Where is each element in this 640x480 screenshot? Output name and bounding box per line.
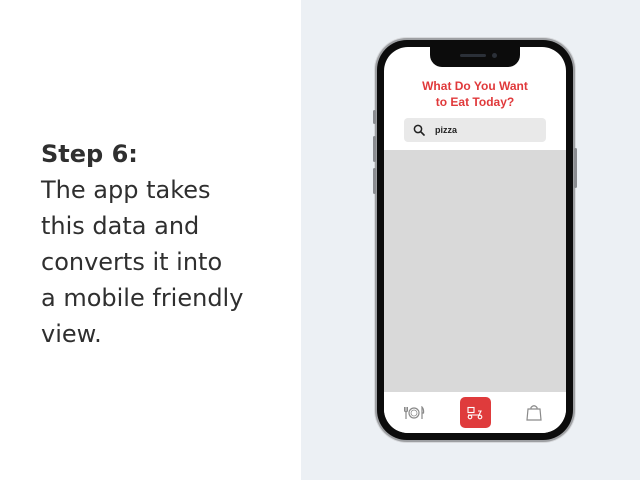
phone-silent-switch	[373, 110, 376, 124]
bottom-tab-bar	[384, 392, 566, 433]
restaurant-icon	[404, 405, 425, 419]
phone-volume-down-button	[373, 168, 376, 194]
speaker-grille	[460, 54, 486, 57]
phone-mockup: What Do You Want to Eat Today? pizza	[373, 40, 577, 440]
step-line: The app takes	[41, 176, 211, 204]
step-line: this data and	[41, 212, 200, 240]
tab-delivery[interactable]	[445, 392, 505, 433]
front-camera	[492, 53, 497, 58]
app-title: What Do You Want to Eat Today?	[384, 78, 566, 110]
phone-volume-up-button	[373, 136, 376, 162]
step-line: a mobile friendly	[41, 284, 244, 312]
app-title-line: What Do You Want	[422, 79, 528, 93]
delivery-scooter-icon	[467, 406, 483, 419]
tab-delivery-highlight	[459, 397, 491, 428]
step-title: Step 6:	[41, 140, 138, 168]
search-value: pizza	[435, 125, 458, 135]
tab-restaurants[interactable]	[384, 392, 444, 433]
step-description: Step 6: The app takes this data and conv…	[41, 136, 291, 352]
step-line: converts it into	[41, 248, 223, 276]
tab-bag[interactable]	[504, 392, 564, 433]
phone-notch	[430, 47, 520, 67]
shopping-bag-icon	[526, 405, 542, 421]
phone-power-button	[574, 148, 577, 188]
search-input[interactable]: pizza	[404, 118, 546, 142]
results-area	[384, 150, 566, 392]
phone-screen: What Do You Want to Eat Today? pizza	[384, 47, 566, 433]
search-icon	[413, 124, 425, 136]
app-title-line: to Eat Today?	[435, 95, 515, 109]
slide-text-panel: Step 6: The app takes this data and conv…	[0, 0, 301, 480]
step-line: view.	[41, 320, 102, 348]
